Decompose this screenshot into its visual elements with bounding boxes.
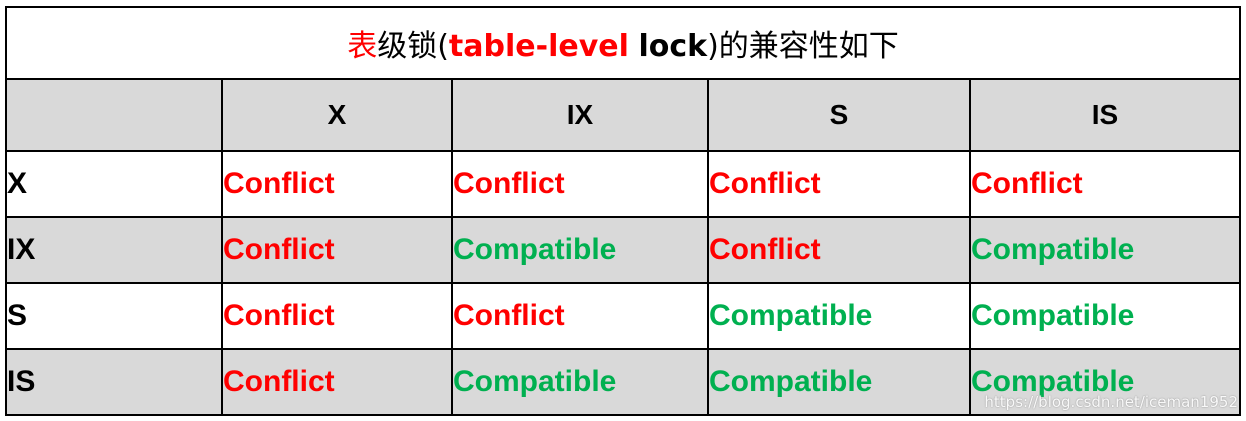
table-row: IX Conflict Compatible Conflict Compatib… [5,216,1241,284]
cell-x-ix: Conflict [451,150,709,218]
cell-is-ix: Compatible [451,348,709,416]
row-label-s: S [5,282,223,350]
column-header-is: IS [969,78,1241,152]
title-space [629,29,639,64]
compatibility-table-frame: 表级锁(table-level lock)的兼容性如下 X IX S IS X … [5,6,1241,416]
table-row: X Conflict Conflict Conflict Conflict [5,150,1241,218]
cell-s-s: Compatible [707,282,971,350]
title-middle: 级锁( [377,29,449,64]
table-row: IS Conflict Compatible Compatible Compat… [5,348,1241,416]
row-label-ix: IX [5,216,223,284]
cell-x-x: Conflict [221,150,453,218]
header-row: X IX S IS [5,78,1241,152]
title-prefix: 表 [347,29,378,64]
cell-x-s: Conflict [707,150,971,218]
table-row: S Conflict Conflict Compatible Compatibl… [5,282,1241,350]
column-header-x: X [221,78,453,152]
cell-ix-is: Compatible [969,216,1241,284]
column-header-s: S [707,78,971,152]
title-suffix: )的兼容性如下 [707,29,899,64]
cell-s-x: Conflict [221,282,453,350]
cell-ix-x: Conflict [221,216,453,284]
title-term: table-level [448,29,629,64]
cell-s-is: Compatible [969,282,1241,350]
row-label-x: X [5,150,223,218]
cell-is-is: Compatible [969,348,1241,416]
cell-s-ix: Conflict [451,282,709,350]
title-row: 表级锁(table-level lock)的兼容性如下 [5,6,1241,80]
title-lock-word: lock [638,29,708,64]
cell-is-s: Compatible [707,348,971,416]
cell-ix-ix: Compatible [451,216,709,284]
cell-ix-s: Conflict [707,216,971,284]
cell-is-x: Conflict [221,348,453,416]
table-title: 表级锁(table-level lock)的兼容性如下 [5,6,1241,80]
header-corner [5,78,223,152]
cell-x-is: Conflict [969,150,1241,218]
lock-compatibility-table: 表级锁(table-level lock)的兼容性如下 X IX S IS X … [5,6,1241,416]
row-label-is: IS [5,348,223,416]
column-header-ix: IX [451,78,709,152]
